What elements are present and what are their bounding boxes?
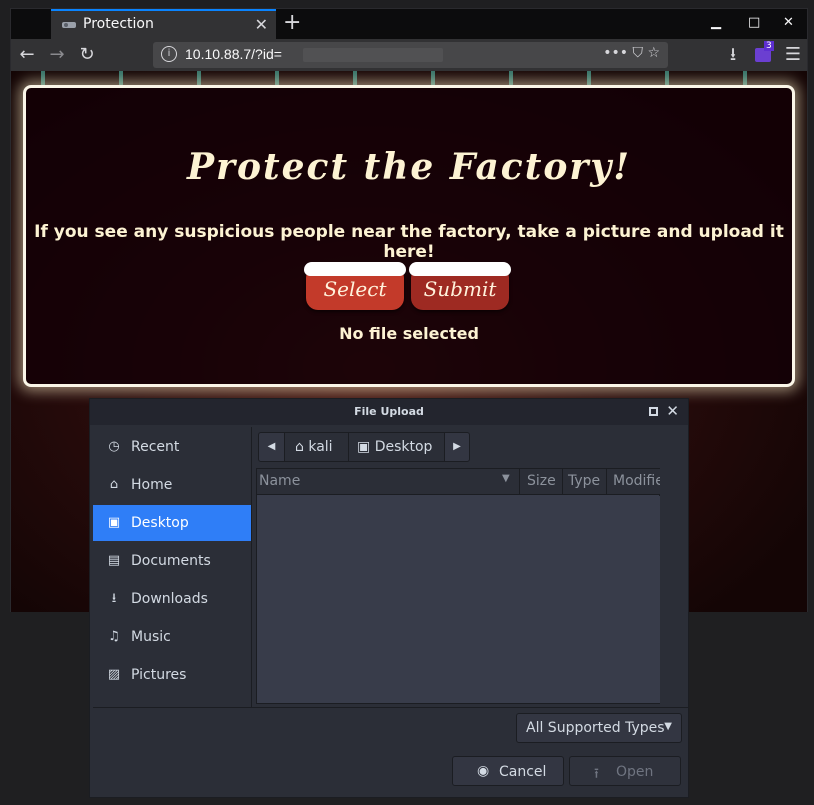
sort-arrow-icon[interactable]: ▼ xyxy=(502,473,510,484)
cancel-button[interactable]: ◉ Cancel xyxy=(452,756,564,786)
home-icon: ⌂ xyxy=(295,439,304,455)
home-icon: ⌂ xyxy=(109,477,119,492)
sidebar-item-label: Documents xyxy=(131,553,211,569)
file-upload-dialog: File Upload ✕ ◷ Recent ⌂ Home ▣ Desktop … xyxy=(89,398,689,798)
path-button-desktop[interactable]: ▣ Desktop xyxy=(349,433,445,461)
tab-bar: Protection ✕ + ▁ □ ✕ xyxy=(11,9,807,39)
downloads-icon[interactable]: ⭳ xyxy=(721,43,745,67)
desktop-icon: ▣ xyxy=(107,515,121,530)
extension-badge: 3 xyxy=(764,41,774,51)
sidebar-divider xyxy=(251,427,252,707)
file-type-filter[interactable]: All Supported Types ▼ xyxy=(516,713,682,743)
chevron-down-icon: ▼ xyxy=(664,721,672,732)
places-sidebar: ◷ Recent ⌂ Home ▣ Desktop ▤ Documents ⭳ … xyxy=(93,429,251,709)
sidebar-item-music[interactable]: ♫ Music xyxy=(93,619,251,655)
music-icon: ♫ xyxy=(108,629,120,644)
sidebar-item-downloads[interactable]: ⭳ Downloads xyxy=(93,581,251,617)
browser-tab[interactable]: Protection ✕ xyxy=(51,9,276,39)
file-status: No file selected xyxy=(339,324,479,343)
sidebar-item-label: Home xyxy=(131,477,173,493)
dialog-maximize-button[interactable] xyxy=(649,407,658,416)
sidebar-item-label: Pictures xyxy=(131,667,187,683)
favicon-icon xyxy=(62,22,76,28)
tab-title: Protection xyxy=(83,16,154,32)
window-close-button[interactable]: ✕ xyxy=(783,15,794,30)
sidebar-item-label: Desktop xyxy=(131,515,189,531)
column-divider xyxy=(562,469,563,495)
path-bar: ◀ ⌂ kali ▣ Desktop ▶ xyxy=(258,432,470,462)
file-list[interactable]: Name ▼ Size Type Modifie xyxy=(256,468,664,704)
url-text[interactable]: 10.10.88.7/?id= xyxy=(185,46,282,62)
sidebar-item-desktop[interactable]: ▣ Desktop xyxy=(93,505,251,541)
submit-button[interactable]: Submit xyxy=(409,262,511,310)
sidebar-item-home[interactable]: ⌂ Home xyxy=(93,467,251,503)
column-type[interactable]: Type xyxy=(568,473,600,489)
desktop: Protection ✕ + ▁ □ ✕ ← → ↻ i 10.10.88.7/… xyxy=(0,0,814,805)
maximize-button[interactable]: □ xyxy=(748,15,760,30)
sidebar-item-label: Downloads xyxy=(131,591,208,607)
nav-bar: ← → ↻ i 10.10.88.7/?id= ••• ⛉ ☆ ⭳ 3 ☰ xyxy=(11,39,807,71)
upload-panel: Protect the Factory! If you see any susp… xyxy=(23,85,795,387)
bottom-divider xyxy=(93,707,688,708)
path-home-label: kali xyxy=(308,439,333,455)
sidebar-item-pictures[interactable]: ▨ Pictures xyxy=(93,657,251,693)
submit-button-label: Submit xyxy=(423,277,497,301)
filter-label: All Supported Types xyxy=(526,720,665,736)
file-list-gutter xyxy=(660,468,688,704)
column-modified[interactable]: Modifie xyxy=(613,473,664,489)
path-scroll-right-button[interactable]: ▶ xyxy=(445,433,469,461)
sidebar-item-documents[interactable]: ▤ Documents xyxy=(93,543,251,579)
path-scroll-left-button[interactable]: ◀ xyxy=(259,433,285,461)
download-icon: ⭳ xyxy=(111,591,117,606)
address-bar[interactable]: i 10.10.88.7/?id= ••• ⛉ ☆ xyxy=(153,42,668,68)
sidebar-item-label: Music xyxy=(131,629,171,645)
dialog-close-button[interactable]: ✕ xyxy=(666,402,679,420)
desktop-icon: ▣ xyxy=(357,439,371,455)
file-list-area[interactable] xyxy=(257,496,661,703)
string-lights-decoration xyxy=(11,71,807,85)
dialog-title: File Upload xyxy=(354,405,424,418)
sidebar-item-recent[interactable]: ◷ Recent xyxy=(93,429,251,465)
sidebar-item-label: Recent xyxy=(131,439,180,455)
cancel-icon: ◉ xyxy=(477,763,490,779)
select-button-label: Select xyxy=(323,277,387,301)
upload-icon: ⭱ xyxy=(594,766,599,782)
page-title: Protect the Factory! xyxy=(186,146,632,188)
page-actions-icons[interactable]: ••• ⛉ ☆ xyxy=(603,45,660,61)
path-button-home[interactable]: ⌂ kali xyxy=(285,433,349,461)
instructions-text: If you see any suspicious people near th… xyxy=(34,222,784,262)
new-tab-button[interactable]: + xyxy=(283,10,301,35)
redacted-url-part xyxy=(303,48,443,62)
cancel-label: Cancel xyxy=(499,764,547,780)
info-icon[interactable]: i xyxy=(161,46,177,62)
column-name[interactable]: Name xyxy=(259,473,300,489)
column-header: Name ▼ Size Type Modifie xyxy=(257,469,664,495)
extension-icon[interactable]: 3 xyxy=(755,41,774,62)
menu-icon[interactable]: ☰ xyxy=(781,43,805,67)
clock-icon: ◷ xyxy=(108,439,120,454)
column-divider xyxy=(519,469,520,495)
document-icon: ▤ xyxy=(107,553,121,568)
column-divider xyxy=(606,469,607,495)
open-button[interactable]: ⭱ Open xyxy=(569,756,681,786)
open-label: Open xyxy=(616,764,654,780)
reload-button[interactable]: ↻ xyxy=(75,43,99,67)
column-size[interactable]: Size xyxy=(527,473,556,489)
forward-button[interactable]: → xyxy=(45,43,69,67)
select-button[interactable]: Select xyxy=(304,262,406,310)
minimize-button[interactable]: ▁ xyxy=(711,15,721,30)
dialog-titlebar: File Upload ✕ xyxy=(90,399,688,425)
tab-close-icon[interactable]: ✕ xyxy=(255,15,268,34)
picture-icon: ▨ xyxy=(107,667,121,682)
path-desktop-label: Desktop xyxy=(374,439,433,455)
back-button[interactable]: ← xyxy=(15,43,39,67)
